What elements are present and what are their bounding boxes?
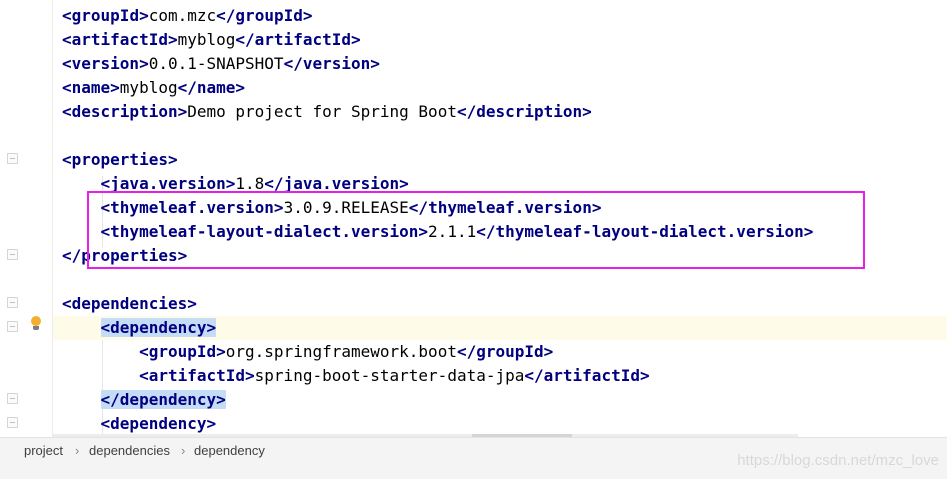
xml-tag: </version> bbox=[283, 54, 380, 73]
xml-text: org.springframework.boot bbox=[225, 342, 457, 361]
xml-tag: </artifactId> bbox=[524, 366, 650, 385]
code-line[interactable]: <version>0.0.1-SNAPSHOT</version> bbox=[62, 52, 380, 76]
xml-tag: <dependency> bbox=[100, 414, 217, 433]
breadcrumb-item-dependency[interactable]: dependency bbox=[194, 443, 265, 459]
xml-tag: < bbox=[62, 6, 72, 25]
xml-tag: </dependency> bbox=[100, 390, 226, 409]
xml-text bbox=[62, 342, 139, 361]
xml-text: com.mzc bbox=[148, 6, 217, 25]
code-line[interactable]: <dependency> bbox=[53, 316, 947, 340]
xml-text bbox=[62, 366, 139, 385]
xml-text: Demo project for Spring Boot bbox=[187, 102, 457, 121]
xml-tag: <name> bbox=[62, 78, 120, 97]
fold-marker-icon[interactable] bbox=[7, 393, 18, 404]
intention-bulb-icon[interactable] bbox=[30, 316, 42, 332]
xml-tag: </name> bbox=[177, 78, 246, 97]
xml-tag: </groupId> bbox=[456, 342, 554, 361]
fold-marker-icon[interactable] bbox=[7, 417, 18, 428]
xml-text: myblog bbox=[119, 78, 178, 97]
xml-tag: groupId bbox=[235, 6, 303, 25]
xml-tag: <artifactId> bbox=[139, 366, 255, 385]
xml-text: spring-boot-starter-data-jpa bbox=[254, 366, 525, 385]
fold-marker-icon[interactable] bbox=[7, 153, 18, 164]
xml-text: myblog bbox=[177, 30, 236, 49]
xml-tag: > bbox=[302, 6, 313, 25]
code-line[interactable]: </dependency> bbox=[62, 388, 226, 412]
code-editor[interactable]: <groupId>com.mzc</groupId> <artifactId>my… bbox=[0, 0, 947, 437]
chevron-right-icon: › bbox=[75, 443, 80, 458]
code-line[interactable]: <groupId>com.mzc</groupId> bbox=[62, 4, 313, 28]
xml-tag: <groupId> bbox=[139, 342, 226, 361]
xml-tag: groupId bbox=[71, 6, 140, 25]
xml-tag: </artifactId> bbox=[235, 30, 361, 49]
gutter-divider bbox=[52, 0, 53, 437]
watermark-text: https://blog.csdn.net/mzc_love bbox=[737, 452, 939, 469]
code-line[interactable]: <name>myblog</name> bbox=[62, 76, 245, 100]
xml-text bbox=[62, 318, 101, 337]
xml-text: 0.0.1-SNAPSHOT bbox=[148, 54, 284, 73]
xml-tag: <properties> bbox=[62, 150, 178, 169]
breadcrumb-item-dependencies[interactable]: dependencies bbox=[89, 443, 170, 459]
xml-text bbox=[62, 390, 101, 409]
chevron-right-icon: › bbox=[181, 443, 186, 458]
code-line[interactable]: <artifactId>myblog</artifactId> bbox=[62, 28, 361, 52]
xml-tag: <artifactId> bbox=[62, 30, 178, 49]
xml-tag: </description> bbox=[456, 102, 592, 121]
code-line[interactable]: <groupId>org.springframework.boot</group… bbox=[62, 340, 553, 364]
xml-tag: > bbox=[139, 6, 149, 25]
editor-gutter[interactable] bbox=[0, 0, 52, 437]
fold-marker-icon[interactable] bbox=[7, 249, 18, 260]
annotation-highlight-box bbox=[87, 191, 865, 269]
xml-tag: <version> bbox=[62, 54, 149, 73]
xml-tag: <dependencies> bbox=[62, 294, 197, 313]
breadcrumb-item-project[interactable]: project bbox=[24, 443, 63, 459]
code-line[interactable]: <artifactId>spring-boot-starter-data-jpa… bbox=[62, 364, 650, 388]
code-line[interactable]: <dependencies> bbox=[62, 292, 197, 316]
xml-tag: <dependency> bbox=[100, 318, 217, 337]
code-line[interactable]: <properties> bbox=[62, 148, 178, 172]
xml-tag: <description> bbox=[62, 102, 188, 121]
code-line[interactable]: <dependency> bbox=[62, 412, 217, 436]
xml-text bbox=[62, 414, 101, 433]
xml-tag: </ bbox=[216, 6, 236, 25]
fold-marker-icon[interactable] bbox=[7, 321, 18, 332]
code-line[interactable]: <description>Demo project for Spring Boo… bbox=[62, 100, 592, 124]
fold-marker-icon[interactable] bbox=[7, 297, 18, 308]
